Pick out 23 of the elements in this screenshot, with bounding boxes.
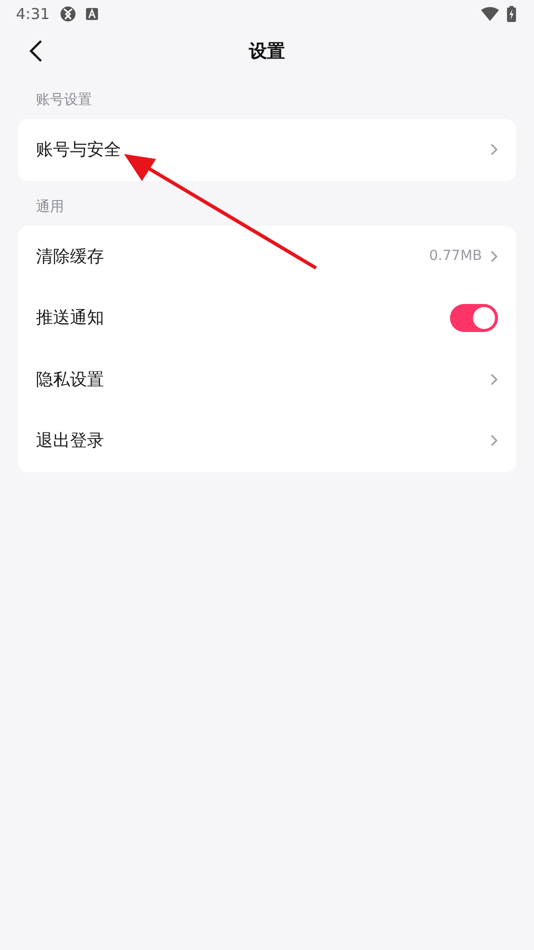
row-label: 推送通知: [36, 307, 105, 330]
row-value: 0.77MB: [429, 248, 482, 264]
toggle-switch[interactable]: [450, 304, 498, 332]
settings-row[interactable]: 推送通知: [18, 287, 516, 348]
wifi-icon: [481, 7, 499, 21]
settings-row[interactable]: 账号与安全: [18, 119, 516, 180]
settings-row[interactable]: 清除缓存 0.77MB: [18, 226, 516, 287]
chevron-icon: [490, 250, 498, 263]
settings-row[interactable]: 隐私设置: [18, 348, 516, 410]
back-icon[interactable]: [29, 40, 43, 62]
row-label: 清除缓存: [36, 246, 105, 268]
row-label: 隐私设置: [36, 368, 105, 391]
row-label: 账号与安全: [36, 139, 122, 162]
status-time: 4:31: [16, 5, 50, 23]
section-label: 通用: [35, 198, 65, 216]
row-label: 退出登录: [36, 430, 105, 452]
chevron-icon: [490, 372, 498, 386]
section-label: 账号设置: [35, 91, 93, 110]
page-title: 设置: [249, 40, 285, 63]
settings-row[interactable]: 退出登录: [18, 410, 516, 472]
chevron-icon: [490, 434, 498, 448]
chevron-icon: [490, 143, 498, 156]
battery-icon: [507, 6, 516, 22]
